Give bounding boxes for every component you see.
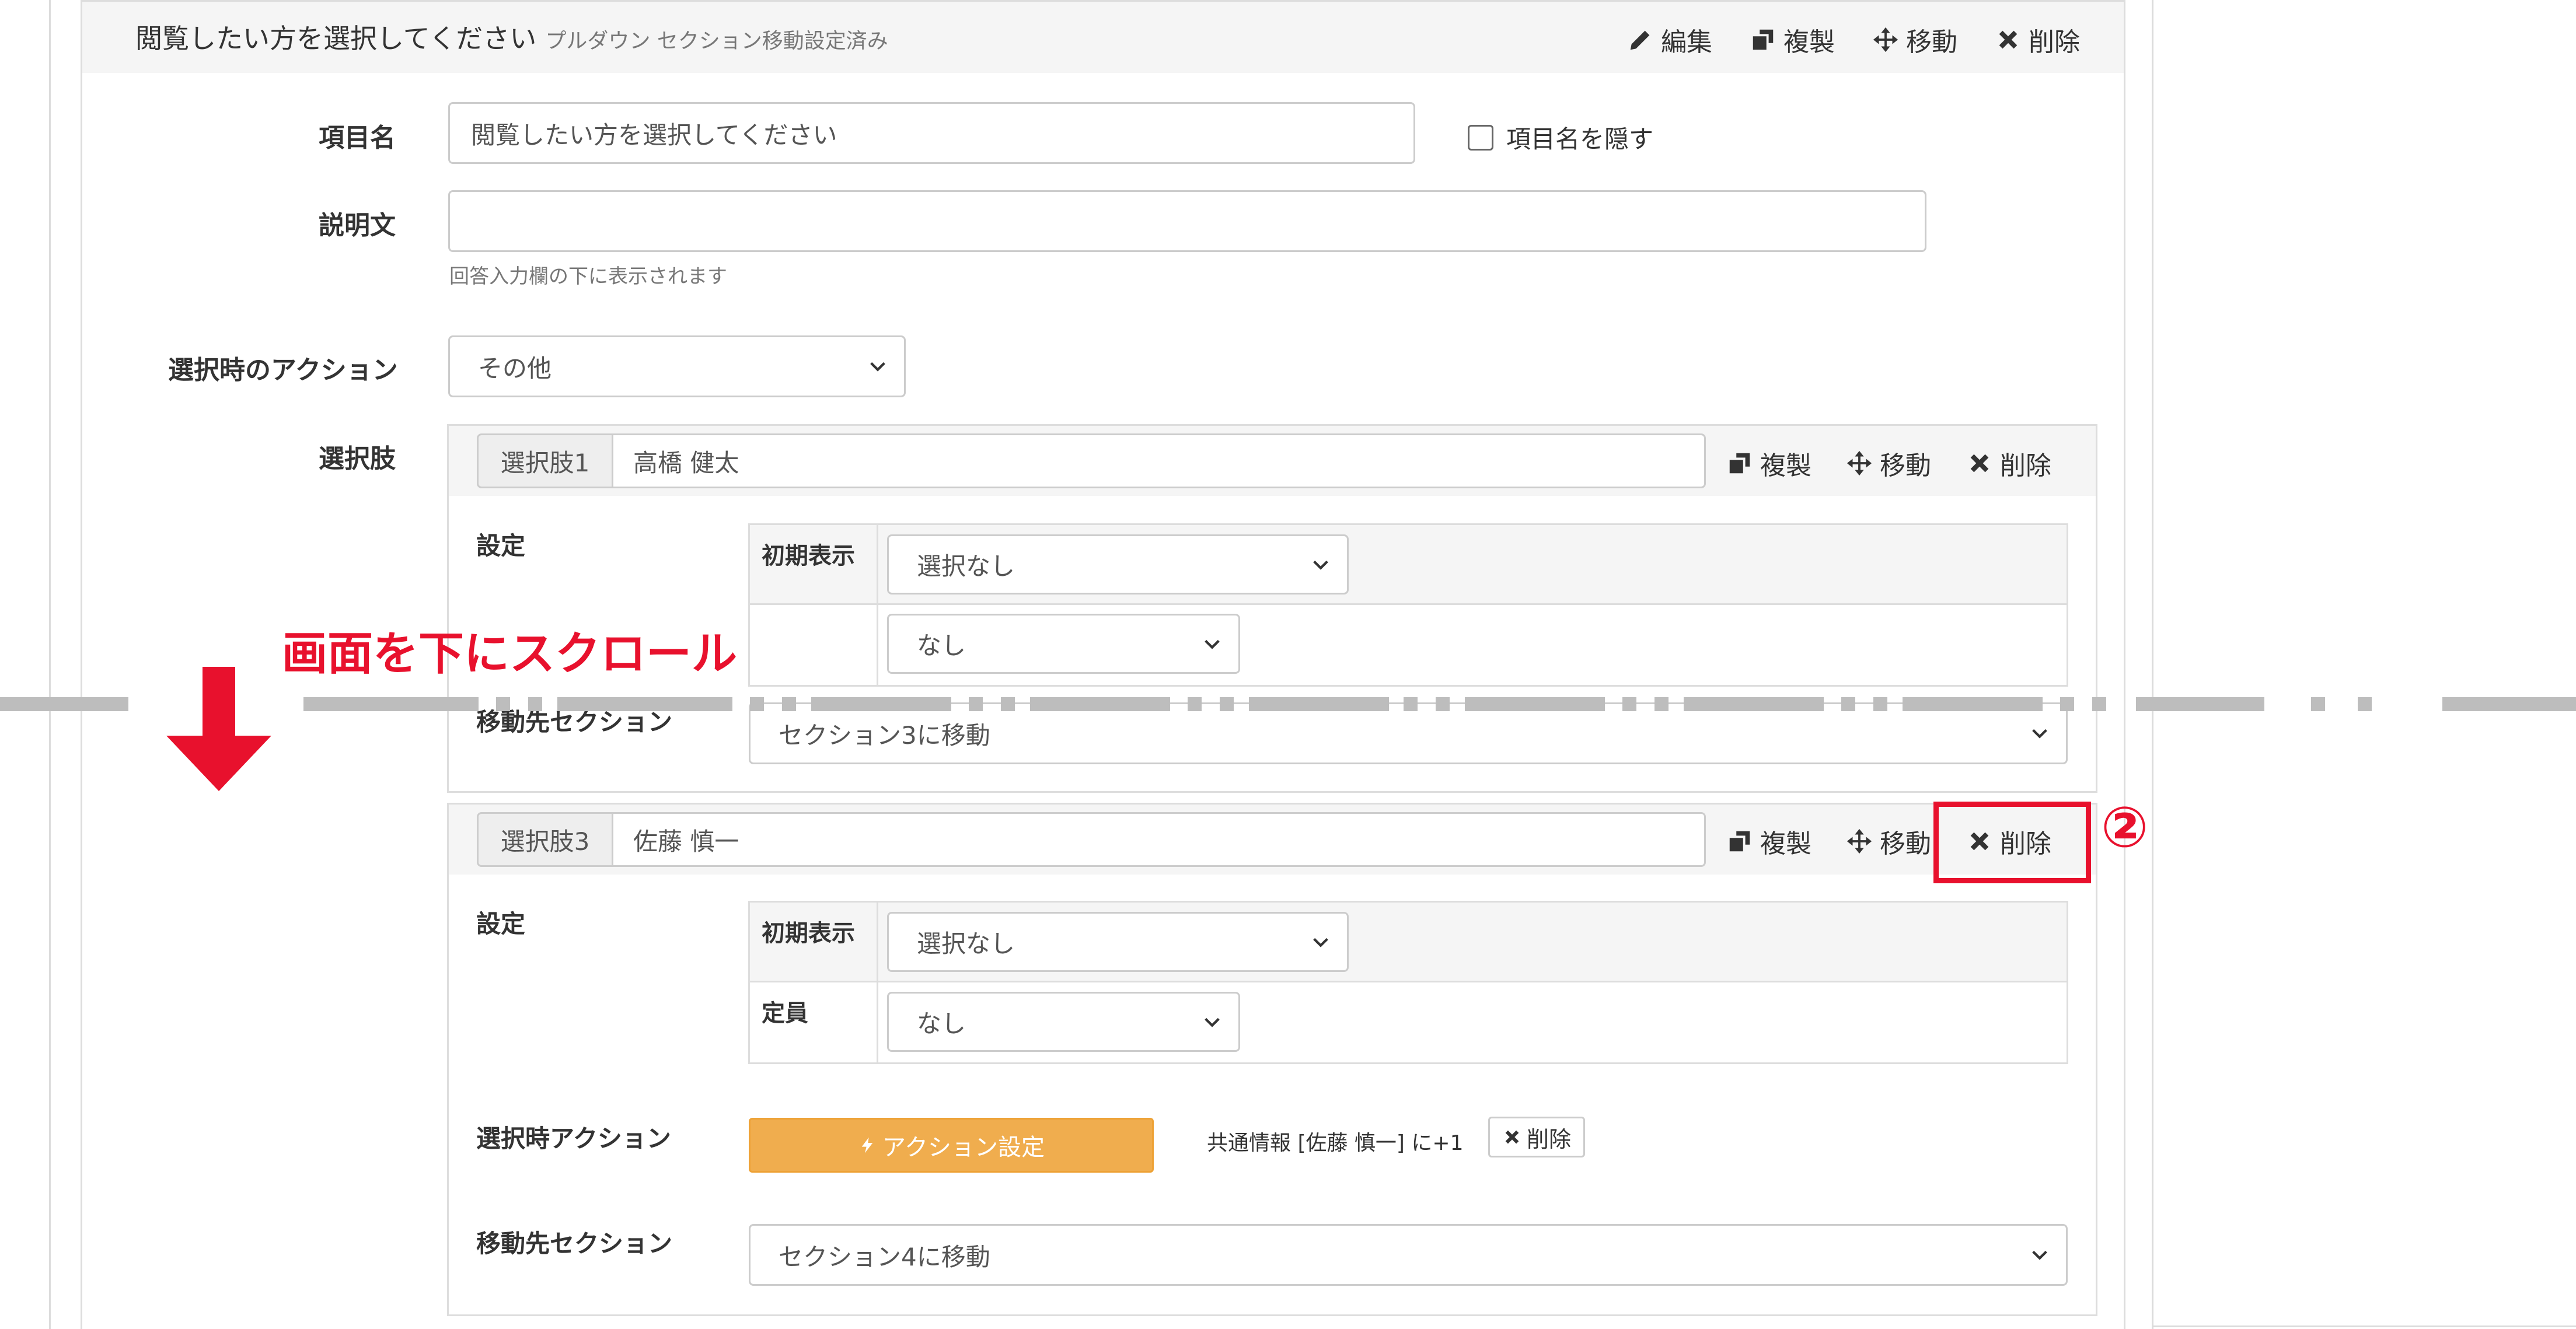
item-name-value: 閲覧したい方を選択してください: [471, 120, 837, 149]
choice-3-copy-label: 複製: [1760, 829, 1811, 859]
chevron-down-icon: [2032, 1250, 2047, 1260]
close-icon: [1999, 30, 2017, 49]
choice-1-value: 高橋 健太: [633, 448, 739, 477]
action-delete-label: 削除: [1526, 1126, 1571, 1152]
delete-button[interactable]: 削除: [1995, 21, 2080, 58]
choice-3-dest-select[interactable]: セクション4に移動: [749, 1224, 2068, 1286]
scroll-divider-line: [0, 697, 2576, 711]
choice-3-initial-label: 初期表示: [750, 903, 877, 981]
choice-3-capacity-label: 定員: [750, 982, 877, 1062]
edit-label: 編集: [1661, 27, 1712, 57]
choice-1-move-label: 移動: [1880, 451, 1931, 481]
form-item-subtitle: プルダウン セクション移動設定済み: [545, 29, 888, 53]
chevron-down-icon: [2032, 729, 2047, 739]
action-summary: 共通情報 [佐藤 慎一] に+1: [1207, 1131, 1464, 1155]
move-button[interactable]: 移動: [1872, 21, 1957, 58]
choice-1-copy-label: 複製: [1760, 451, 1811, 481]
choice-3-move-label: 移動: [1880, 829, 1931, 859]
bolt-icon: [861, 1137, 873, 1153]
choice-3-initial-value: 選択なし: [917, 929, 1015, 958]
form-item-title: 閲覧したい方を選択してください: [135, 23, 537, 54]
choice-1-addon: 選択肢1: [477, 433, 613, 488]
choice-1-capacity-value: なし: [917, 631, 966, 660]
choice-1-move-button[interactable]: 移動: [1846, 445, 1931, 482]
action-delete-button[interactable]: 削除: [1488, 1117, 1585, 1157]
select-action-dropdown[interactable]: その他: [448, 335, 906, 397]
choice-1-initial-select[interactable]: 選択なし: [887, 534, 1349, 594]
choice-1-dest-value: セクション3に移動: [779, 721, 990, 750]
form-item-title-row: 閲覧したい方を選択してください プルダウン セクション移動設定済み: [135, 18, 888, 56]
choice-3-move-button[interactable]: 移動: [1846, 823, 1931, 860]
delete-label: 削除: [2029, 27, 2080, 57]
highlight-delete-box: [1933, 802, 2091, 883]
chevron-down-icon: [870, 362, 885, 372]
move-label: 移動: [1906, 27, 1957, 57]
copy-icon: [1753, 29, 1774, 50]
description-label: 説明文: [319, 211, 396, 240]
copy-icon: [1729, 453, 1750, 474]
chevron-down-icon: [1313, 560, 1328, 570]
choice-3-settings-label: 設定: [476, 910, 526, 938]
hide-label-text: 項目名を隠す: [1506, 125, 1654, 153]
choice-1-input[interactable]: 高橋 健太: [612, 433, 1706, 488]
close-icon: [1505, 1130, 1519, 1144]
copy-icon: [1729, 831, 1750, 852]
choice-3-dest-label: 移動先セクション: [476, 1229, 673, 1258]
choice-1-copy-button[interactable]: 複製: [1726, 445, 1811, 482]
choice-3-action-label: 選択時アクション: [476, 1124, 671, 1153]
chevron-down-icon: [1205, 1017, 1220, 1027]
choice-3-initial-select[interactable]: 選択なし: [887, 912, 1349, 972]
step-marker: ②: [2101, 795, 2149, 860]
scroll-instruction: 画面を下にスクロール: [282, 628, 738, 680]
choice-3-copy-button[interactable]: 複製: [1726, 823, 1811, 860]
move-icon: [1847, 828, 1872, 854]
choice-1-settings-label: 設定: [476, 531, 526, 560]
hide-label-checkbox[interactable]: [1468, 124, 1493, 151]
copy-label: 複製: [1783, 27, 1835, 57]
hide-label-option[interactable]: 項目名を隠す: [1468, 120, 1653, 155]
description-help: 回答入力欄の下に表示されます: [449, 265, 727, 288]
choice-1-dest-select[interactable]: セクション3に移動: [749, 702, 2068, 764]
chevron-down-icon: [1313, 938, 1328, 947]
choice-1-initial-value: 選択なし: [917, 552, 1015, 580]
action-settings-label: アクション設定: [882, 1134, 1045, 1161]
choice-1-delete-label: 削除: [2000, 451, 2051, 481]
item-name-label: 項目名: [319, 123, 396, 153]
choice-3-input[interactable]: 佐藤 慎一: [612, 812, 1706, 867]
item-name-input[interactable]: 閲覧したい方を選択してください: [448, 102, 1415, 164]
choice-3-addon: 選択肢3: [477, 812, 613, 867]
arrow-down-icon: [166, 667, 271, 791]
action-settings-button[interactable]: アクション設定: [749, 1118, 1154, 1173]
choice-3-dest-value: セクション4に移動: [779, 1242, 990, 1271]
description-input[interactable]: [448, 190, 1926, 252]
choice-1-initial-label: 初期表示: [750, 525, 877, 603]
choice-3-capacity-value: なし: [917, 1009, 966, 1038]
choice-3-capacity-select[interactable]: なし: [887, 992, 1240, 1052]
close-icon: [1970, 454, 1989, 473]
choice-3-value: 佐藤 慎一: [633, 827, 739, 856]
copy-button[interactable]: 複製: [1750, 21, 1835, 58]
move-icon: [1847, 450, 1872, 476]
choice-1-delete-button[interactable]: 削除: [1966, 445, 2051, 482]
move-icon: [1873, 27, 1898, 53]
chevron-down-icon: [1205, 639, 1220, 649]
pencil-icon: [1630, 30, 1650, 50]
choices-label: 選択肢: [319, 444, 396, 474]
edit-button[interactable]: 編集: [1627, 21, 1712, 58]
choice-1-capacity-select[interactable]: なし: [887, 614, 1240, 674]
select-action-value: その他: [478, 354, 552, 383]
select-action-label: 選択時のアクション: [168, 355, 398, 385]
